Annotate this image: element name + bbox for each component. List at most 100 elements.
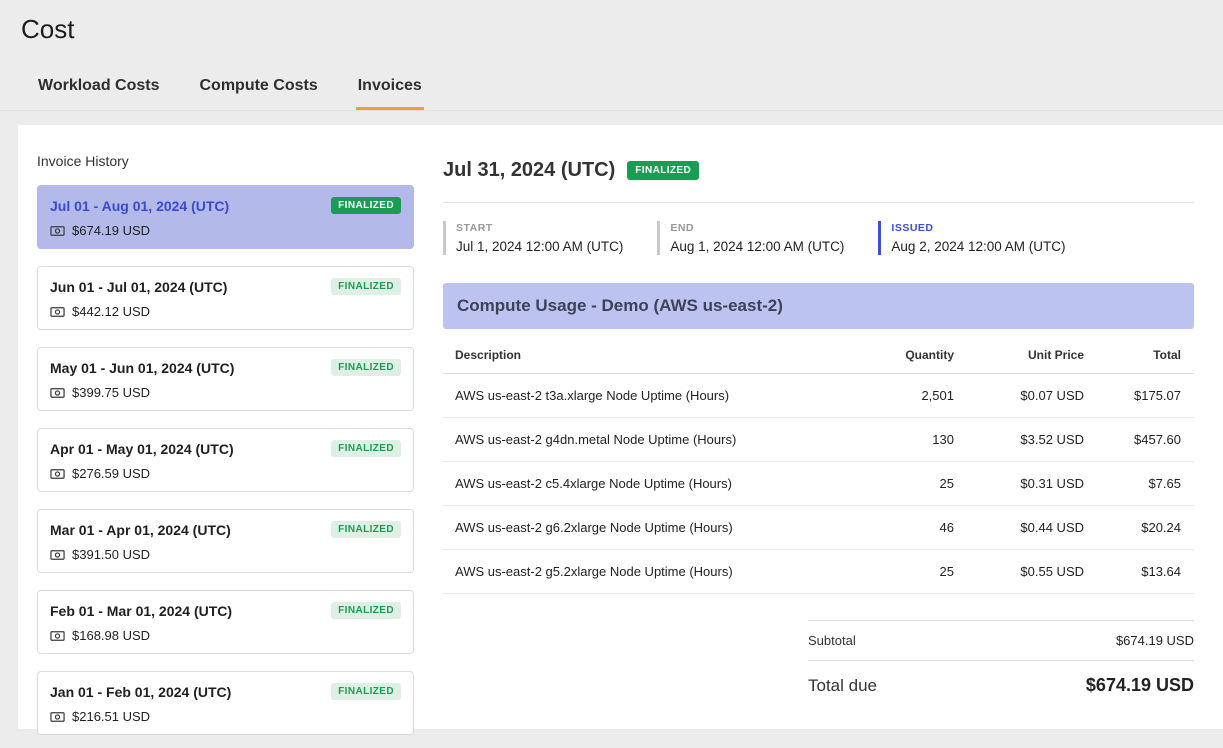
invoice-period: Apr 01 - May 01, 2024 (UTC) — [50, 441, 234, 457]
invoice-meta-row: START Jul 1, 2024 12:00 AM (UTC) END Aug… — [443, 221, 1194, 255]
usage-total: $457.60 — [1084, 418, 1194, 462]
usage-total: $175.07 — [1084, 374, 1194, 418]
usage-total: $13.64 — [1084, 550, 1194, 594]
banknote-icon — [50, 468, 65, 480]
meta-end-value: Aug 1, 2024 12:00 AM (UTC) — [670, 239, 844, 254]
invoice-amount: $442.12 USD — [72, 304, 150, 319]
invoice-status-badge: FINALIZED — [331, 602, 401, 619]
usage-quantity: 25 — [834, 550, 954, 594]
invoice-item-header: May 01 - Jun 01, 2024 (UTC) FINALIZED — [50, 359, 401, 376]
banknote-icon — [50, 306, 65, 318]
invoice-item-header: Jul 01 - Aug 01, 2024 (UTC) FINALIZED — [50, 197, 401, 214]
invoice-item-header: Mar 01 - Apr 01, 2024 (UTC) FINALIZED — [50, 521, 401, 538]
col-header-description: Description — [443, 333, 834, 374]
invoice-amount: $391.50 USD — [72, 547, 150, 562]
usage-table-row: AWS us-east-2 c5.4xlarge Node Uptime (Ho… — [443, 462, 1194, 506]
invoice-detail-title: Jul 31, 2024 (UTC) — [443, 159, 615, 182]
invoice-item-header: Jun 01 - Jul 01, 2024 (UTC) FINALIZED — [50, 278, 401, 295]
invoice-period: Jun 01 - Jul 01, 2024 (UTC) — [50, 279, 227, 295]
tab-bar: Workload Costs Compute Costs Invoices — [0, 69, 1223, 111]
usage-table-header-row: Description Quantity Unit Price Total — [443, 333, 1194, 374]
col-header-quantity: Quantity — [834, 333, 954, 374]
usage-section-banner: Compute Usage - Demo (AWS us-east-2) — [443, 283, 1194, 329]
invoice-item-amount-row: $168.98 USD — [50, 628, 401, 643]
subtotal-value: $674.19 USD — [1116, 633, 1194, 648]
invoice-period: Feb 01 - Mar 01, 2024 (UTC) — [50, 603, 232, 619]
total-due-label: Total due — [808, 676, 877, 696]
subtotal-row: Subtotal $674.19 USD — [808, 620, 1194, 661]
usage-unit-price: $0.44 USD — [954, 506, 1084, 550]
invoice-list-item[interactable]: Jun 01 - Jul 01, 2024 (UTC) FINALIZED $4… — [37, 266, 414, 330]
usage-unit-price: $0.55 USD — [954, 550, 1084, 594]
tab-compute-costs[interactable]: Compute Costs — [198, 69, 320, 110]
tab-workload-costs[interactable]: Workload Costs — [36, 69, 162, 110]
usage-table-row: AWS us-east-2 g5.2xlarge Node Uptime (Ho… — [443, 550, 1194, 594]
invoice-list-item[interactable]: Jan 01 - Feb 01, 2024 (UTC) FINALIZED $2… — [37, 671, 414, 735]
invoice-status-badge: FINALIZED — [331, 197, 401, 214]
invoice-period: May 01 - Jun 01, 2024 (UTC) — [50, 360, 234, 376]
invoice-item-header: Feb 01 - Mar 01, 2024 (UTC) FINALIZED — [50, 602, 401, 619]
usage-quantity: 130 — [834, 418, 954, 462]
content-card: Invoice History Jul 01 - Aug 01, 2024 (U… — [18, 125, 1223, 729]
banknote-icon — [50, 711, 65, 723]
usage-description: AWS us-east-2 g6.2xlarge Node Uptime (Ho… — [443, 506, 834, 550]
meta-start-value: Jul 1, 2024 12:00 AM (UTC) — [456, 239, 623, 254]
invoice-status-badge: FINALIZED — [331, 683, 401, 700]
usage-unit-price: $0.07 USD — [954, 374, 1084, 418]
banknote-icon — [50, 630, 65, 642]
meta-start-label: START — [456, 222, 623, 234]
usage-table-row: AWS us-east-2 g4dn.metal Node Uptime (Ho… — [443, 418, 1194, 462]
meta-start: START Jul 1, 2024 12:00 AM (UTC) — [443, 221, 639, 255]
usage-description: AWS us-east-2 g4dn.metal Node Uptime (Ho… — [443, 418, 834, 462]
invoice-item-amount-row: $276.59 USD — [50, 466, 401, 481]
banknote-icon — [50, 387, 65, 399]
subtotal-label: Subtotal — [808, 633, 856, 648]
invoice-item-amount-row: $674.19 USD — [50, 223, 401, 238]
page-title: Cost — [0, 0, 1223, 45]
invoice-period: Mar 01 - Apr 01, 2024 (UTC) — [50, 522, 231, 538]
header-divider — [443, 202, 1194, 203]
invoice-detail-header: Jul 31, 2024 (UTC) FINALIZED — [443, 149, 1194, 202]
invoice-period: Jul 01 - Aug 01, 2024 (UTC) — [50, 198, 229, 214]
invoice-item-amount-row: $399.75 USD — [50, 385, 401, 400]
meta-end-label: END — [670, 222, 844, 234]
invoice-item-header: Jan 01 - Feb 01, 2024 (UTC) FINALIZED — [50, 683, 401, 700]
meta-end: END Aug 1, 2024 12:00 AM (UTC) — [657, 221, 860, 255]
invoice-status-badge: FINALIZED — [331, 521, 401, 538]
meta-issued-value: Aug 2, 2024 12:00 AM (UTC) — [891, 239, 1065, 254]
usage-table: Description Quantity Unit Price Total AW… — [443, 333, 1194, 594]
invoice-item-amount-row: $391.50 USD — [50, 547, 401, 562]
invoice-list-item[interactable]: Feb 01 - Mar 01, 2024 (UTC) FINALIZED $1… — [37, 590, 414, 654]
usage-unit-price: $0.31 USD — [954, 462, 1084, 506]
invoice-period: Jan 01 - Feb 01, 2024 (UTC) — [50, 684, 231, 700]
invoice-list-item[interactable]: Mar 01 - Apr 01, 2024 (UTC) FINALIZED $3… — [37, 509, 414, 573]
usage-quantity: 25 — [834, 462, 954, 506]
invoice-list-item[interactable]: Jul 01 - Aug 01, 2024 (UTC) FINALIZED $6… — [37, 185, 414, 249]
invoice-history-panel: Invoice History Jul 01 - Aug 01, 2024 (U… — [18, 125, 443, 729]
invoice-list-item[interactable]: May 01 - Jun 01, 2024 (UTC) FINALIZED $3… — [37, 347, 414, 411]
col-header-unit-price: Unit Price — [954, 333, 1084, 374]
usage-total: $20.24 — [1084, 506, 1194, 550]
meta-issued-label: ISSUED — [891, 222, 1065, 234]
usage-description: AWS us-east-2 c5.4xlarge Node Uptime (Ho… — [443, 462, 834, 506]
usage-table-row: AWS us-east-2 g6.2xlarge Node Uptime (Ho… — [443, 506, 1194, 550]
invoice-amount: $399.75 USD — [72, 385, 150, 400]
invoice-detail-status-badge: FINALIZED — [627, 161, 699, 180]
invoice-item-amount-row: $442.12 USD — [50, 304, 401, 319]
usage-total: $7.65 — [1084, 462, 1194, 506]
invoice-list-item[interactable]: Apr 01 - May 01, 2024 (UTC) FINALIZED $2… — [37, 428, 414, 492]
invoice-detail-panel: Jul 31, 2024 (UTC) FINALIZED START Jul 1… — [443, 125, 1223, 729]
usage-quantity: 46 — [834, 506, 954, 550]
invoice-item-amount-row: $216.51 USD — [50, 709, 401, 724]
tab-invoices[interactable]: Invoices — [356, 69, 424, 110]
total-due-row: Total due $674.19 USD — [808, 661, 1194, 710]
invoice-amount: $674.19 USD — [72, 223, 150, 238]
meta-issued: ISSUED Aug 2, 2024 12:00 AM (UTC) — [878, 221, 1081, 255]
usage-description: AWS us-east-2 g5.2xlarge Node Uptime (Ho… — [443, 550, 834, 594]
invoice-status-badge: FINALIZED — [331, 278, 401, 295]
invoice-summary: Subtotal $674.19 USD Total due $674.19 U… — [808, 620, 1194, 710]
invoice-history-title: Invoice History — [37, 153, 414, 169]
usage-unit-price: $3.52 USD — [954, 418, 1084, 462]
banknote-icon — [50, 549, 65, 561]
invoice-status-badge: FINALIZED — [331, 359, 401, 376]
